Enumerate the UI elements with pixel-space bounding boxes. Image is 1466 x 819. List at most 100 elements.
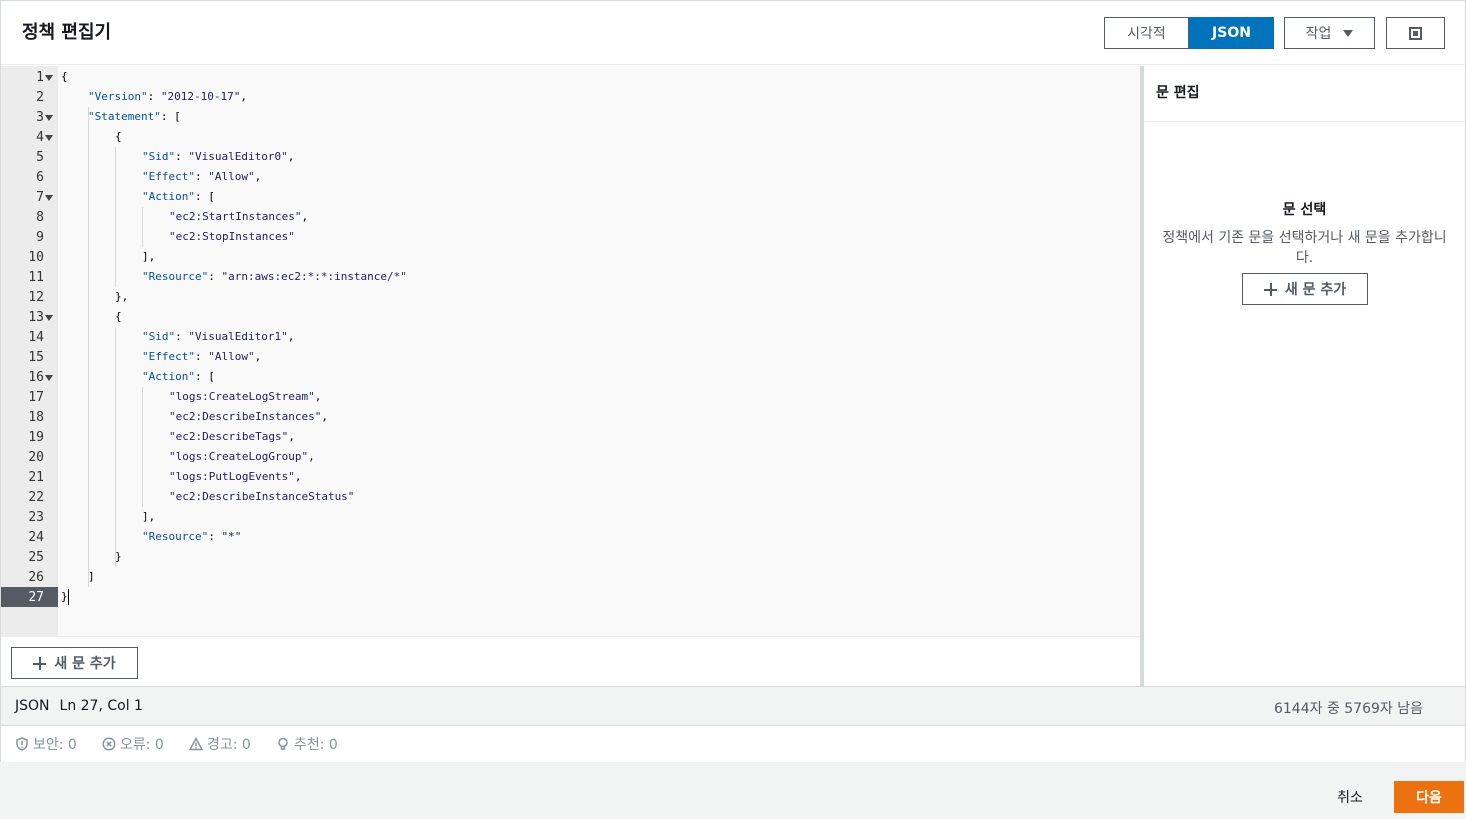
cancel-button[interactable]: 취소	[1325, 782, 1375, 812]
next-button[interactable]: 다음	[1394, 781, 1464, 813]
code-line: "logs:PutLogEvents",	[169, 470, 302, 483]
actions-dropdown-button[interactable]: 작업	[1284, 17, 1375, 49]
code-line: {	[61, 70, 68, 83]
error-findings[interactable]: 오류: 0	[102, 734, 164, 754]
empty-state-description: 정책에서 기존 문을 선택하거나 새 문을 추가합니다.	[1162, 230, 1447, 266]
validation-bar: 보안: 0 오류: 0 경고: 0 추천: 0	[1, 726, 1465, 762]
security-findings[interactable]: 보안: 0	[15, 734, 77, 754]
code-line: "Resource": "arn:aws:ec2:*:*:instance/*"	[142, 270, 407, 283]
plus-icon	[1263, 282, 1277, 296]
tab-json[interactable]: JSON	[1189, 17, 1274, 49]
code-line: "ec2:DescribeTags",	[169, 430, 295, 443]
policy-editor-panel: 정책 편집기 시각적 JSON 작업 1 2 3 4 5 6 7 8 9 10 …	[0, 0, 1466, 762]
code-line: }	[61, 590, 68, 603]
tab-visual[interactable]: 시각적	[1104, 17, 1189, 49]
side-add-statement-label: 새 문 추가	[1284, 282, 1347, 298]
line-number: 21	[28, 470, 44, 485]
fold-arrow-icon[interactable]	[45, 75, 53, 81]
line-number: 17	[28, 390, 44, 405]
code-line: "Action": [	[142, 190, 215, 203]
line-number: 12	[28, 290, 44, 305]
indent-guide	[142, 207, 143, 247]
line-number: 16	[1, 367, 58, 387]
code-line: "ec2:StopInstances"	[169, 230, 295, 243]
fold-arrow-icon[interactable]	[45, 315, 53, 321]
mode-toggle: 시각적 JSON	[1104, 17, 1274, 49]
line-number: 3	[1, 107, 58, 127]
code-line: {	[115, 310, 122, 323]
code-line: "Effect": "Allow",	[142, 350, 262, 363]
add-statement-label: 새 문 추가	[54, 656, 116, 672]
text-cursor	[68, 589, 69, 605]
code-line: {	[115, 130, 122, 143]
line-number: 7	[1, 187, 58, 207]
fullscreen-icon	[1409, 26, 1422, 40]
line-number: 1	[1, 67, 58, 87]
page-title: 정책 편집기	[22, 22, 112, 43]
code-line: "Statement": [	[88, 110, 181, 123]
editor-status-bar: JSON Ln 27, Col 1 6144자 중 5769자 남음	[1, 686, 1465, 726]
code-line: "Resource": "*"	[142, 530, 242, 543]
line-number-gutter: 1 2 3 4 5 6 7 8 9 10 11 12 13 14 15 16 1…	[1, 66, 58, 636]
code-area[interactable]: { "Version": "2012-10-17", "Statement": …	[58, 66, 1140, 636]
code-line: "Effect": "Allow",	[142, 170, 262, 183]
language-indicator: JSON	[15, 698, 50, 714]
code-line: "Action": [	[142, 370, 215, 383]
line-number: 5	[36, 150, 44, 165]
code-line: },	[115, 290, 129, 303]
line-number: 19	[28, 430, 44, 445]
shield-icon	[16, 737, 28, 751]
error-count: 오류: 0	[120, 737, 164, 753]
fold-arrow-icon[interactable]	[45, 135, 53, 141]
suggestion-count: 추천: 0	[294, 737, 338, 753]
line-number: 6	[36, 170, 44, 185]
lightbulb-icon	[278, 737, 288, 750]
code-line: ]	[88, 570, 95, 583]
line-number-active: 27	[1, 587, 58, 607]
indent-guide	[142, 387, 143, 507]
line-number: 26	[28, 570, 44, 585]
indent-guide	[88, 107, 89, 587]
warning-count: 경고: 0	[207, 737, 251, 753]
line-number: 20	[28, 450, 44, 465]
line-number: 23	[28, 510, 44, 525]
line-number: 10	[28, 250, 44, 265]
actions-label: 작업	[1305, 26, 1332, 42]
side-add-statement-button[interactable]: 새 문 추가	[1242, 273, 1368, 305]
line-number: 14	[28, 330, 44, 345]
code-line: "ec2:DescribeInstanceStatus"	[169, 490, 355, 503]
code-line: "logs:CreateLogGroup",	[169, 450, 315, 463]
indent-guide	[115, 327, 116, 567]
fold-arrow-icon[interactable]	[45, 115, 53, 121]
line-number: 4	[1, 127, 58, 147]
warning-findings[interactable]: 경고: 0	[189, 734, 251, 754]
character-count: 6144자 중 5769자 남음	[1273, 701, 1423, 717]
line-number: 22	[28, 490, 44, 505]
cursor-position: Ln 27, Col 1	[59, 698, 143, 714]
line-number: 11	[28, 270, 44, 285]
fullscreen-button[interactable]	[1386, 17, 1445, 49]
json-code-editor[interactable]: 1 2 3 4 5 6 7 8 9 10 11 12 13 14 15 16 1…	[1, 66, 1140, 636]
editor-bottom-strip: 새 문 추가	[1, 636, 1140, 686]
line-number: 9	[36, 230, 44, 245]
caret-down-icon	[1343, 29, 1354, 37]
code-line: ],	[142, 250, 156, 263]
empty-state-title: 문 선택	[1282, 202, 1327, 218]
code-line: "Sid": "VisualEditor0",	[142, 150, 295, 163]
suggestion-findings[interactable]: 추천: 0	[276, 734, 338, 754]
line-number: 15	[28, 350, 44, 365]
side-panel-title: 문 편집	[1156, 85, 1200, 101]
code-line: "logs:CreateLogStream",	[169, 390, 322, 403]
code-line: "ec2:DescribeInstances",	[169, 410, 328, 423]
code-line: }	[115, 550, 122, 563]
fold-arrow-icon[interactable]	[45, 195, 53, 201]
editor-header: 정책 편집기 시각적 JSON 작업	[1, 1, 1465, 65]
fold-arrow-icon[interactable]	[45, 375, 53, 381]
line-number: 2	[36, 90, 44, 105]
error-icon	[102, 737, 116, 751]
add-statement-button[interactable]: 새 문 추가	[11, 647, 138, 679]
line-number: 8	[36, 210, 44, 225]
code-line: "Version": "2012-10-17",	[88, 90, 247, 103]
divider	[1144, 121, 1465, 122]
plus-icon	[33, 656, 47, 670]
